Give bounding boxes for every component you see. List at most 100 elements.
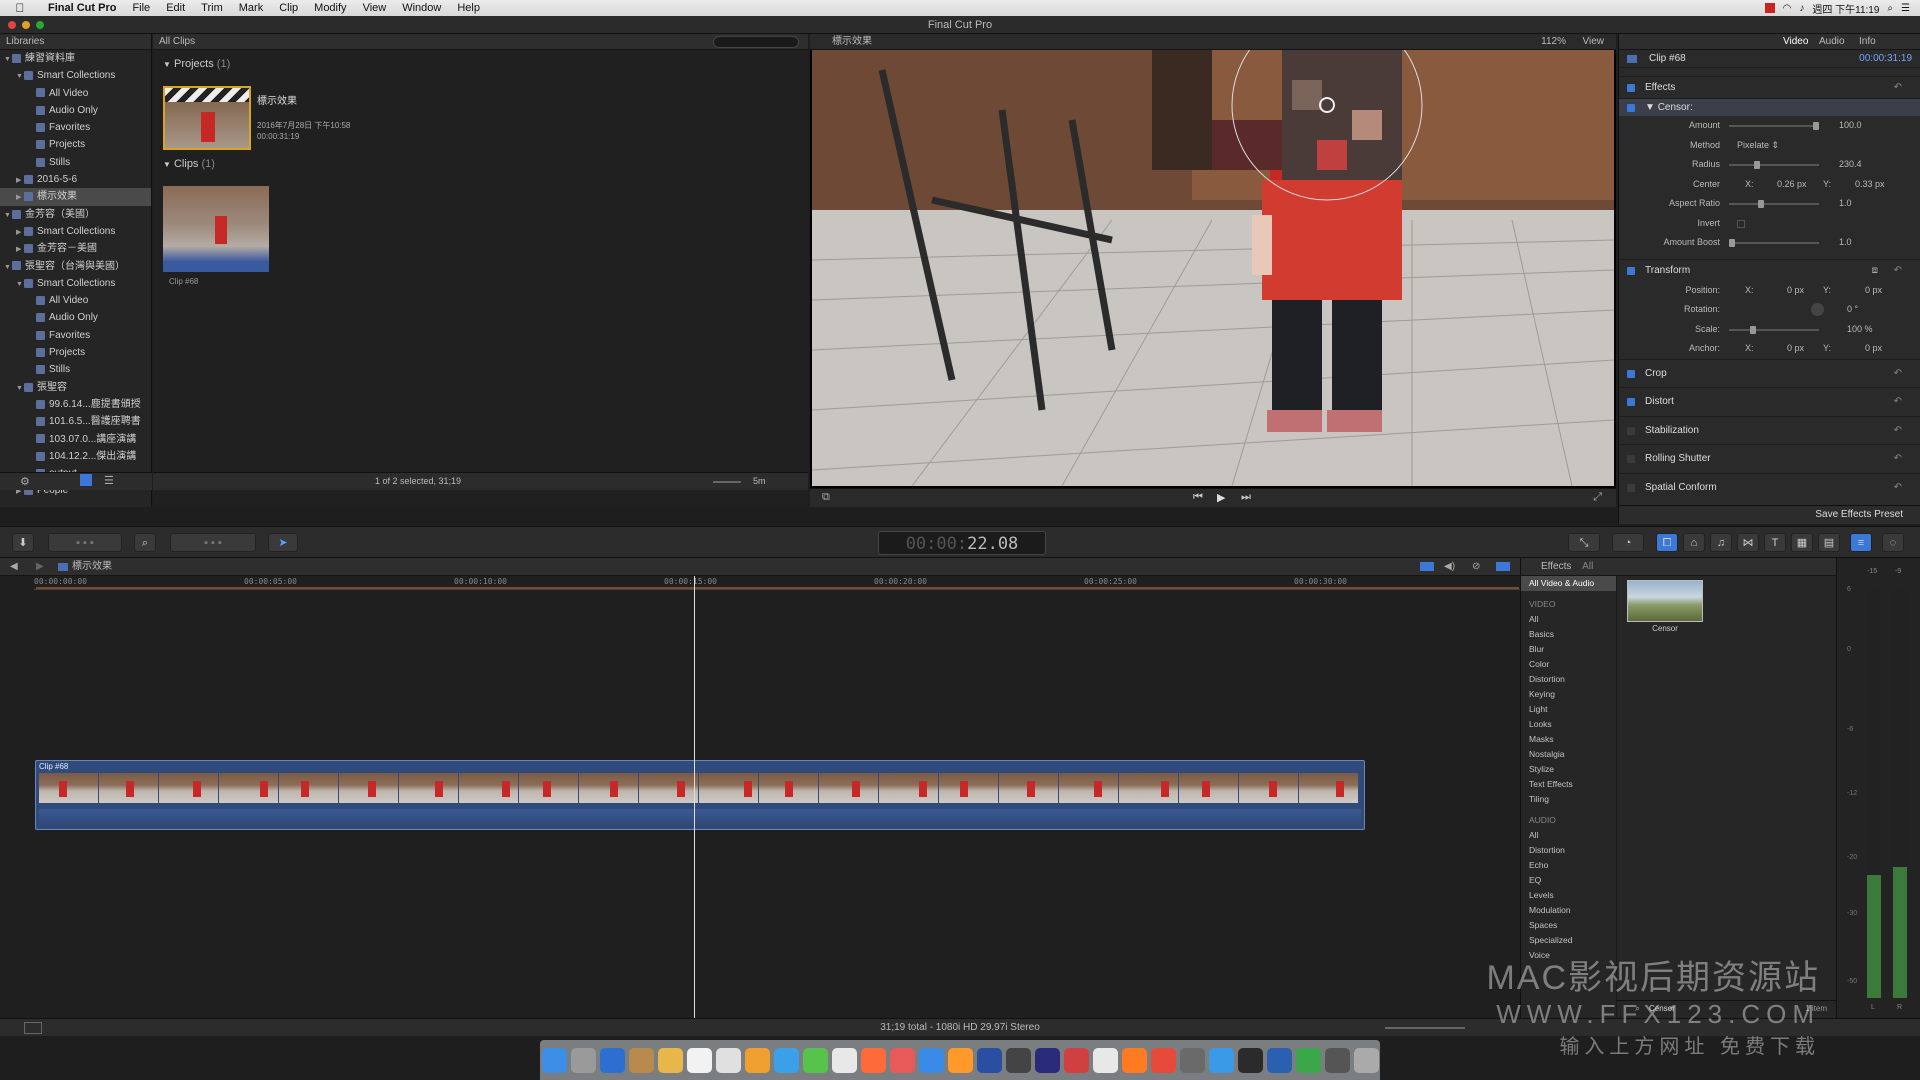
clips-section-header[interactable]: ▼ Clips (1) <box>163 158 215 170</box>
menu-view[interactable]: View <box>355 2 395 14</box>
param-slider-knob[interactable] <box>1729 239 1735 247</box>
menu-clip[interactable]: Clip <box>271 2 306 14</box>
dock-pages-icon[interactable] <box>947 1047 973 1073</box>
viewer-view-dropdown[interactable]: View <box>1583 34 1605 50</box>
dock-camtasia-icon[interactable] <box>1295 1047 1321 1073</box>
section-checkbox[interactable] <box>1627 455 1635 463</box>
retime-button[interactable]: ◔ <box>1612 533 1644 552</box>
reset-icon[interactable]: ↶ <box>1894 445 1902 474</box>
effects-browser-button[interactable]: ⧠ <box>1656 533 1678 552</box>
menu-modify[interactable]: Modify <box>306 2 354 14</box>
transform-onscreen-icon[interactable]: ⧈ <box>1872 260 1878 282</box>
param-value[interactable]: 100.0 <box>1839 116 1862 136</box>
effects-checkbox[interactable] <box>1627 84 1635 92</box>
library-item[interactable]: ▼ 練習資料庫 <box>0 50 151 67</box>
reset-icon[interactable]: ↶ <box>1894 388 1902 417</box>
transform-param-row[interactable]: Position: X: 0 px Y: 0 px <box>1619 281 1920 301</box>
library-item[interactable]: ▼ Smart Collections <box>0 67 151 84</box>
library-item[interactable]: ▼ Smart Collections <box>0 275 151 292</box>
effects-category-audio-distortion[interactable]: Distortion <box>1521 843 1616 858</box>
library-item[interactable]: ▶ Smart Collections <box>0 223 151 240</box>
spotlight-icon[interactable]: ⌕ <box>1887 3 1893 14</box>
param-x-value[interactable]: 0 px <box>1787 339 1804 359</box>
reset-icon[interactable]: ↶ <box>1894 77 1902 99</box>
photos-button[interactable]: ⌂ <box>1683 533 1705 552</box>
censor-effect[interactable]: ▼ Censor: <box>1619 98 1920 116</box>
section-checkbox[interactable] <box>1627 483 1635 492</box>
rotation-dial[interactable] <box>1811 303 1824 316</box>
library-item[interactable]: All Video <box>0 85 151 102</box>
disclosure-triangle-icon[interactable]: ▼ <box>163 60 171 69</box>
dock-calendar-icon[interactable] <box>628 1047 654 1073</box>
menubar-clock[interactable]: 週四 下午11:19 <box>1812 1 1879 16</box>
library-item[interactable]: 101.6.5...醫護座聘書 <box>0 413 151 430</box>
disclosure-triangle-icon[interactable]: ▼ <box>4 51 12 67</box>
censor-param-row[interactable]: Amount Boost 1.0 <box>1619 233 1920 253</box>
effects-category-video-tiling[interactable]: Tiling <box>1521 792 1616 807</box>
music-button[interactable]: ♫ <box>1710 533 1732 552</box>
inspector-toggle-button[interactable]: ≡ <box>1850 533 1872 552</box>
wifi-icon[interactable]: ◠ <box>1783 3 1792 14</box>
param-slider[interactable] <box>1729 328 1819 331</box>
enhance-button[interactable]: ⤡ <box>1568 533 1600 552</box>
param-y-value[interactable]: 0 px <box>1865 339 1882 359</box>
filmstrip-view-icon[interactable] <box>80 474 92 486</box>
dock-keynote-icon[interactable] <box>976 1047 1002 1073</box>
library-item[interactable]: ▼ 張聖容 <box>0 379 151 396</box>
dock-preview-icon[interactable] <box>599 1047 625 1073</box>
library-item[interactable]: Projects <box>0 136 151 153</box>
transform-checkbox[interactable] <box>1627 266 1635 275</box>
disclosure-triangle-icon[interactable]: ▶ <box>16 224 24 240</box>
timeline-clip[interactable]: Clip #68 <box>35 760 1365 830</box>
effects-category-video-distortion[interactable]: Distortion <box>1521 672 1616 687</box>
effects-category-audio-spaces[interactable]: Spaces <box>1521 918 1616 933</box>
section-checkbox[interactable] <box>1627 398 1635 406</box>
effects-all-toggle[interactable]: All <box>1574 561 1593 572</box>
effects-category-video-masks[interactable]: Masks <box>1521 732 1616 747</box>
clip-thumbnail[interactable] <box>163 186 269 272</box>
volume-icon[interactable]: ♪ <box>1799 3 1804 14</box>
library-item[interactable]: ▼ 張聖容（台灣與美國） <box>0 258 151 275</box>
disclosure-triangle-icon[interactable]: ▶ <box>16 241 24 257</box>
disclosure-triangle-icon[interactable]: ▼ <box>16 380 24 396</box>
dock-trash-icon[interactable] <box>1353 1047 1379 1073</box>
projects-section-header[interactable]: ▼ Projects (1) <box>163 58 230 70</box>
snapping-toggle[interactable] <box>1496 562 1510 571</box>
disclosure-triangle-icon[interactable]: ▶ <box>16 172 24 188</box>
library-item[interactable]: Stills <box>0 154 151 171</box>
param-value[interactable]: 230.4 <box>1839 155 1862 175</box>
project-thumbnail[interactable] <box>163 86 251 150</box>
viewer-format-icon[interactable]: ⧉ <box>822 491 830 504</box>
effects-category-video-stylize[interactable]: Stylize <box>1521 762 1616 777</box>
import-button[interactable]: ⬇ <box>12 533 34 552</box>
dashboard-timecode[interactable]: 00:00:22.08 <box>878 531 1046 555</box>
effects-category-video-light[interactable]: Light <box>1521 702 1616 717</box>
titles-button[interactable]: T <box>1764 533 1786 552</box>
menu-window[interactable]: Window <box>394 2 449 14</box>
zoom-window-icon[interactable] <box>36 21 44 29</box>
effects-category-audio-eq[interactable]: EQ <box>1521 873 1616 888</box>
inspector-section-rolling-shutter[interactable]: Rolling Shutter ↶ <box>1619 444 1920 473</box>
reset-icon[interactable]: ↶ <box>1894 260 1902 282</box>
effects-category-video-nostalgia[interactable]: Nostalgia <box>1521 747 1616 762</box>
param-value[interactable]: 0 ° <box>1847 300 1858 320</box>
dock-notes-icon[interactable] <box>657 1047 683 1073</box>
dock-display-icon[interactable] <box>1324 1047 1350 1073</box>
param-slider[interactable] <box>1729 203 1819 205</box>
select-tool-button[interactable]: ➤ <box>268 533 298 552</box>
effects-category-video-color[interactable]: Color <box>1521 657 1616 672</box>
themes-button[interactable]: ▤ <box>1818 533 1840 552</box>
library-settings-icon[interactable]: ⚙ <box>20 475 30 488</box>
dock-motion-icon[interactable] <box>1092 1047 1118 1073</box>
notification-icon[interactable]: ☰ <box>1901 3 1910 14</box>
library-item[interactable]: All Video <box>0 292 151 309</box>
effects-section[interactable]: Effects ↶ <box>1619 76 1920 98</box>
library-item[interactable]: ▶ 標示效果 <box>0 188 151 206</box>
skimming-toggle[interactable] <box>1420 562 1434 571</box>
param-slider[interactable] <box>1729 242 1819 244</box>
library-item[interactable]: ▼ 金芳容（美國） <box>0 206 151 223</box>
effects-category-all-video-audio[interactable]: All Video & Audio <box>1521 576 1616 591</box>
transitions-button[interactable]: ⋈ <box>1737 533 1759 552</box>
dock-safari-icon[interactable] <box>918 1047 944 1073</box>
effects-category-audio-all[interactable]: All <box>1521 828 1616 843</box>
